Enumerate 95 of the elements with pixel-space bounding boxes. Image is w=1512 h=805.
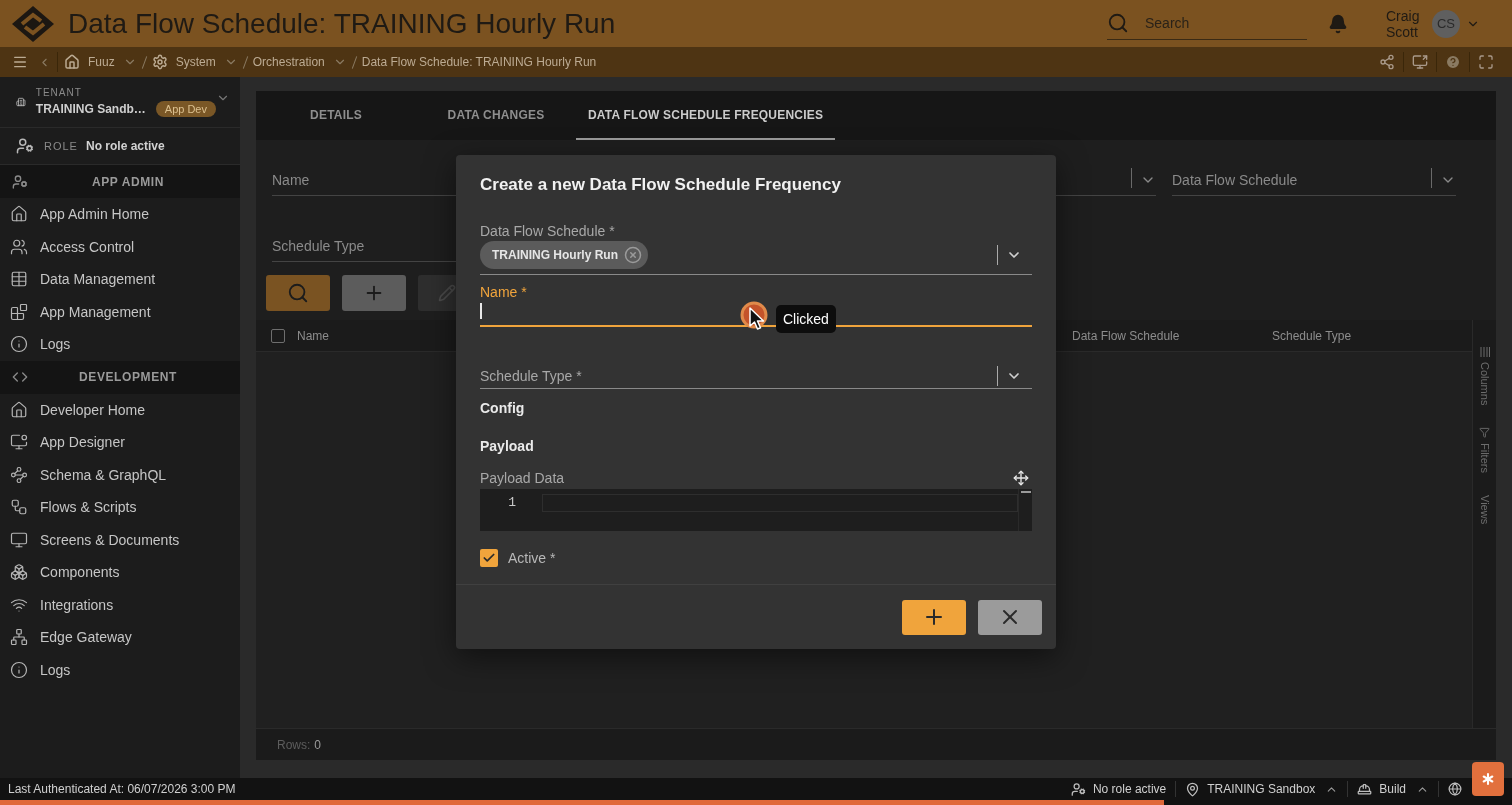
home-icon [10, 400, 28, 419]
checkbox[interactable] [480, 549, 498, 567]
checkmark-icon [482, 551, 496, 565]
field-label: Payload Data [480, 469, 565, 487]
code-icon [12, 369, 28, 385]
pencil-icon [438, 284, 456, 302]
table-icon [10, 270, 28, 289]
help-icon[interactable] [1445, 54, 1461, 70]
hard-hat-icon [1357, 781, 1373, 797]
map-pin-icon [1185, 781, 1201, 797]
field-label: Name * [480, 284, 528, 300]
user-cog-icon [16, 137, 34, 155]
sidebar-item[interactable]: Logs [0, 653, 240, 686]
checkbox-label: Active * [508, 549, 556, 567]
add-button[interactable] [342, 275, 406, 311]
cursor-icon [749, 307, 765, 331]
home-icon [64, 54, 80, 70]
globe-icon[interactable] [1448, 782, 1462, 796]
info-icon [10, 335, 28, 354]
search-icon [287, 282, 309, 304]
tab[interactable]: DATA FLOW SCHEDULE FREQUENCIES [576, 91, 836, 140]
filter-select[interactable]: Data Flow Schedule [1172, 162, 1456, 196]
tenant-name: TRAINING Sandb… [35, 102, 146, 116]
status-item[interactable]: No role active [1092, 782, 1167, 796]
section-title: APP ADMIN [90, 174, 166, 189]
tooltip: Clicked [776, 305, 836, 333]
column-header[interactable]: Schedule Type [1272, 328, 1472, 343]
tenant-label: TENANT [35, 87, 83, 98]
sidebar-item[interactable]: Screens & Documents [0, 523, 240, 556]
select-field[interactable]: Schedule Type * [480, 365, 1032, 389]
gear-icon [151, 54, 168, 70]
breadcrumb-link[interactable]: Fuuz [64, 54, 115, 70]
sidebar-item[interactable]: Data Management [0, 263, 240, 296]
move-icon[interactable] [1013, 470, 1029, 486]
menu-icon[interactable] [12, 54, 28, 70]
sidebar-item[interactable]: Edge Gateway [0, 621, 240, 654]
role-value: No role active [85, 139, 165, 153]
last-authenticated: Last Authenticated At: 06/07/2026 3:00 PM [8, 782, 236, 796]
monitor-icon [10, 433, 28, 452]
sidebar-item[interactable]: Developer Home [0, 393, 240, 426]
blocks-icon [10, 302, 28, 321]
users-icon [10, 237, 28, 256]
network-icon [10, 628, 28, 647]
create-button[interactable] [902, 599, 966, 635]
line-number: 1 [508, 494, 516, 512]
funnel-icon [1479, 427, 1490, 439]
checkbox[interactable] [271, 328, 285, 343]
column-header[interactable]: Data Flow Schedule [1072, 328, 1272, 343]
rows-label: Rows: [277, 737, 311, 752]
sidebar-item[interactable]: Components [0, 556, 240, 589]
rows-count: 0 [314, 737, 322, 752]
breadcrumb-link[interactable]: System [151, 54, 216, 70]
section-title: DEVELOPMENT [78, 370, 178, 384]
user-name: Craig Scott [1386, 7, 1421, 40]
code-editor[interactable]: 1 [480, 489, 1032, 531]
select-field[interactable]: TRAINING Hourly Run [480, 240, 1032, 275]
tab[interactable]: DETAILS [256, 91, 416, 140]
bell-icon[interactable] [1328, 13, 1348, 34]
user-cog-icon [1070, 781, 1086, 797]
role-label: ROLE [44, 140, 78, 152]
page-title: Data Flow Schedule: TRAINING Hourly Run [68, 7, 617, 40]
monitor-icon [10, 530, 28, 549]
cancel-button[interactable] [978, 599, 1042, 635]
sidebar-item[interactable]: App Designer [0, 426, 240, 459]
workflow-icon [10, 498, 28, 517]
sidebar-item[interactable]: Integrations [0, 588, 240, 621]
fullscreen-icon[interactable] [1478, 54, 1494, 70]
info-icon [10, 660, 28, 679]
nodes-icon [10, 465, 28, 484]
remove-icon[interactable] [624, 246, 642, 264]
search-icon [1107, 12, 1129, 34]
sidebar-item[interactable]: Logs [0, 328, 240, 361]
sidebar-item[interactable]: App Management [0, 295, 240, 328]
share-icon[interactable] [1379, 54, 1395, 70]
home-icon [10, 205, 28, 224]
columns-icon [1479, 347, 1490, 357]
status-item[interactable]: Build [1379, 782, 1406, 796]
sidebar-item[interactable]: Flows & Scripts [0, 491, 240, 524]
search-button[interactable] [266, 275, 330, 311]
sidebar-item[interactable]: Schema & GraphQL [0, 458, 240, 491]
logo [12, 5, 54, 42]
environment-badge: App Dev [155, 101, 216, 117]
user-cog-icon [12, 173, 28, 190]
breadcrumb-link[interactable]: Orchestration [252, 55, 325, 69]
sidebar-item[interactable]: Access Control [0, 230, 240, 263]
section-heading: Payload [480, 437, 535, 456]
assistant-button[interactable] [1472, 762, 1504, 796]
section-heading: Config [480, 399, 526, 418]
status-item[interactable]: TRAINING Sandbox [1207, 782, 1316, 796]
boxes-icon [10, 563, 28, 582]
breadcrumb-link[interactable]: Data Flow Schedule: TRAINING Hourly Run [361, 55, 597, 69]
selected-tag: TRAINING Hourly Run [480, 241, 648, 269]
sidebar-item[interactable]: App Admin Home [0, 198, 240, 231]
tab[interactable]: DATA CHANGES [416, 91, 576, 140]
screen-share-icon[interactable] [1412, 54, 1428, 70]
